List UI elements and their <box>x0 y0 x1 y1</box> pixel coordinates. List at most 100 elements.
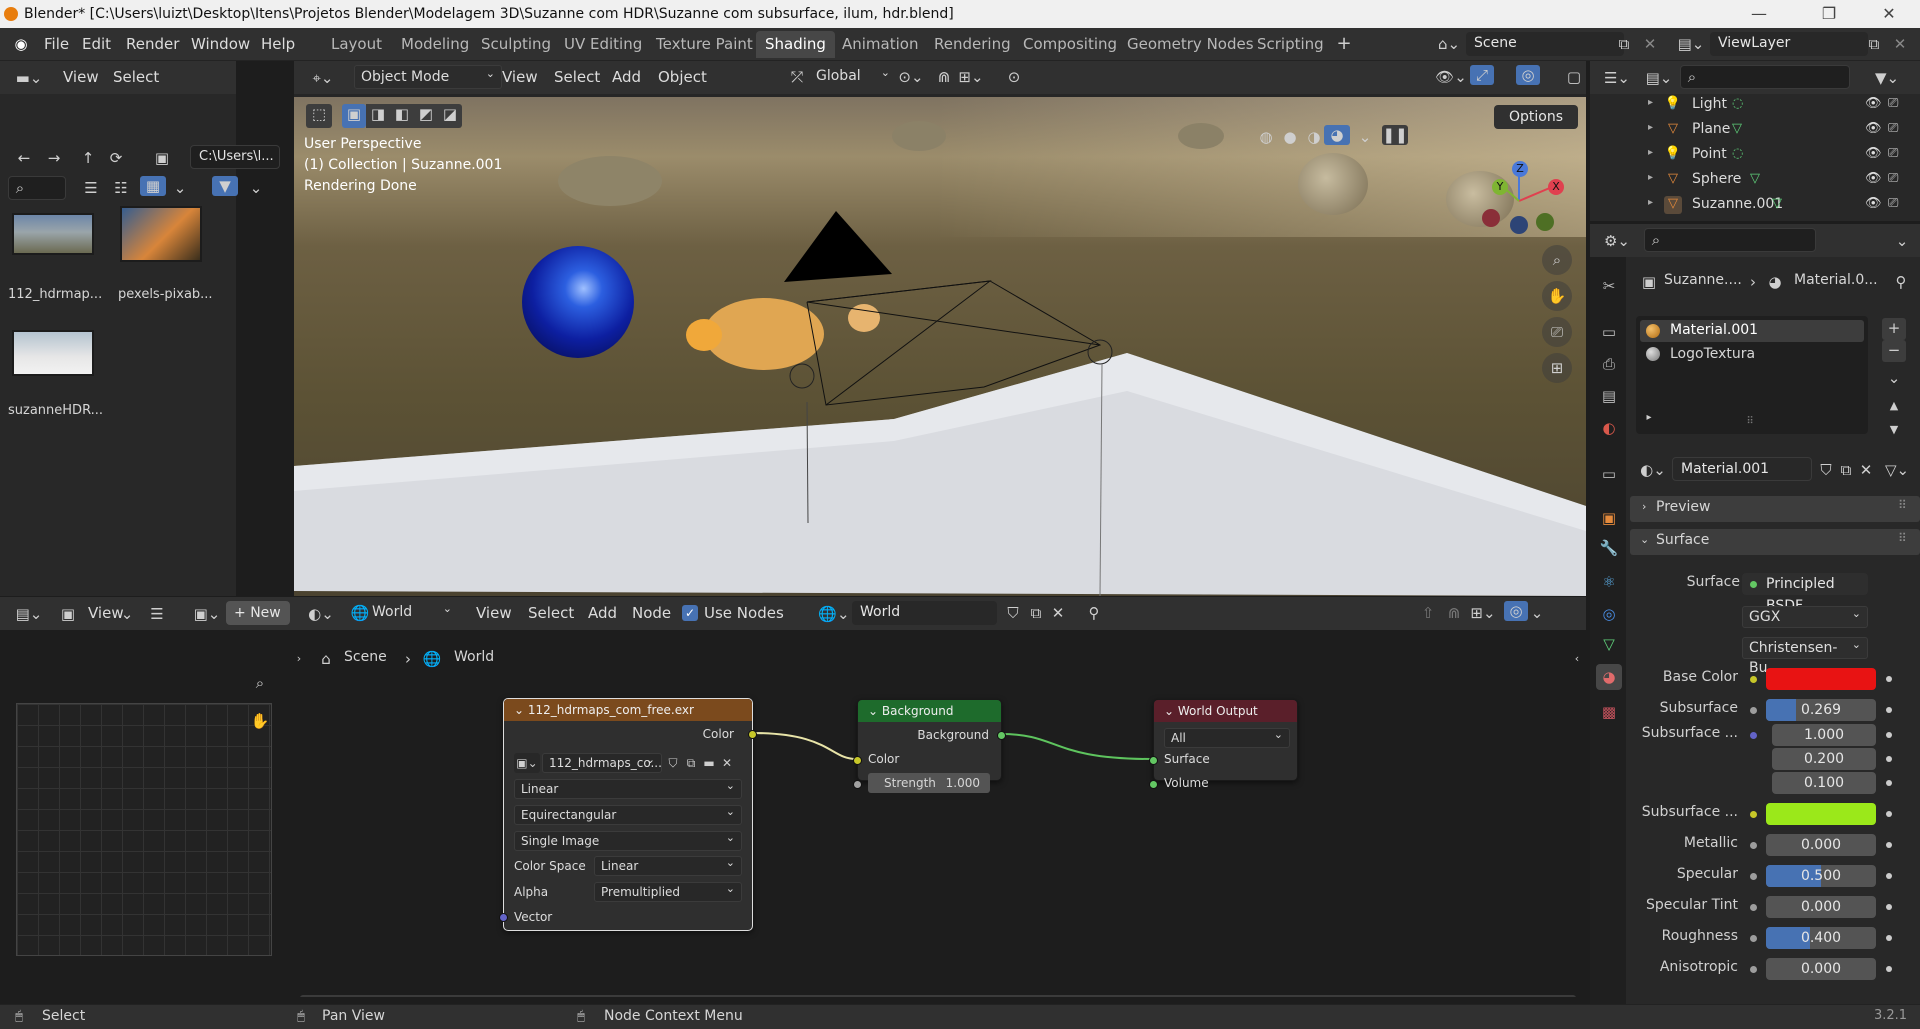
editor-type-icon[interactable]: ▬⌄ <box>12 68 46 88</box>
thumbnails-icon[interactable]: ▦ <box>140 176 166 196</box>
keyframe-dot-icon[interactable] <box>1886 732 1892 738</box>
visibility-eye-icon[interactable]: 👁 <box>1865 171 1882 186</box>
menu-help[interactable]: Help <box>261 35 295 53</box>
new-image-icon[interactable]: ⧉ <box>682 753 700 773</box>
expand-arrow-icon[interactable]: ▸ <box>1648 122 1653 133</box>
tab-scripting[interactable]: Scripting <box>1248 31 1333 58</box>
pan-hand-icon[interactable]: ✋ <box>248 711 272 731</box>
select-tool-icon[interactable]: ⬚ <box>306 104 332 128</box>
path-field[interactable]: C:\Users\l... <box>190 145 280 169</box>
outliner-item-name[interactable]: Plane <box>1692 121 1730 137</box>
render-camera-icon[interactable]: ⎚ <box>1888 196 1898 211</box>
horizontal-list-icon[interactable]: ☷ <box>110 178 132 198</box>
keyframe-dot-icon[interactable] <box>1886 756 1892 762</box>
delete-viewlayer-icon[interactable]: ✕ <box>1890 34 1910 54</box>
drag-handle-icon[interactable]: ⠿ <box>1898 498 1907 512</box>
value-slider[interactable]: 0.500 <box>1766 865 1876 887</box>
tab-shading[interactable]: Shading <box>756 31 835 58</box>
gizmo-toggle-icon[interactable]: ⤢ <box>1470 65 1494 85</box>
strength-field[interactable]: Strength 1.000 <box>868 773 990 793</box>
display-mode-icon[interactable]: ▤⌄ <box>1642 68 1676 88</box>
outliner-item-name[interactable]: Point <box>1692 146 1727 162</box>
projection-selector[interactable]: Equirectangular <box>514 803 742 825</box>
physics-tab-icon[interactable]: ◎ <box>1598 604 1620 624</box>
distribution-selector[interactable]: GGX <box>1742 604 1868 628</box>
material-tab-icon[interactable]: ◕ <box>1596 664 1622 690</box>
object-tab-icon[interactable]: ▣ <box>1598 508 1620 528</box>
pan-hand-icon[interactable]: ✋ <box>1542 281 1572 311</box>
keyframe-dot-icon[interactable] <box>1886 811 1892 817</box>
background-output-socket[interactable] <box>997 731 1006 740</box>
dropdown-icon[interactable]: ⌄ <box>120 604 134 624</box>
surface-input-socket[interactable] <box>1149 756 1158 765</box>
expand-arrow-icon[interactable]: ▸ <box>1648 197 1653 208</box>
environment-texture-node[interactable]: ⌄ 112_hdrmaps_com_free.exr Color ▣⌄ 112_… <box>499 698 757 931</box>
restore-icon[interactable]: ❐ <box>1806 0 1852 28</box>
view-layer-tab-icon[interactable]: ▤ <box>1598 386 1620 406</box>
new-image-button[interactable]: + New <box>226 601 290 625</box>
outliner-item-name[interactable]: Light <box>1692 96 1727 112</box>
world-output-node[interactable]: ⌄ World Output All Surface Volume <box>1149 699 1298 790</box>
node-collapse-icon[interactable]: ⌄ <box>1164 704 1178 718</box>
zoom-icon[interactable]: ⌕ <box>248 673 272 693</box>
delete-scene-icon[interactable]: ✕ <box>1640 34 1660 54</box>
visibility-icon[interactable]: 👁⌄ <box>1434 67 1468 87</box>
material-slot-name[interactable]: Material.001 <box>1670 322 1758 338</box>
image-name-field[interactable]: 112_hdrmaps_co... <box>542 751 662 773</box>
object-data-icon[interactable]: ◌ <box>1732 146 1743 161</box>
file-name[interactable]: suzanneHDR... <box>8 403 103 418</box>
file-menu-select[interactable]: Select <box>113 68 159 86</box>
value-slider[interactable]: 1.000 <box>1772 724 1876 746</box>
thumbnail-hdr-map[interactable] <box>12 213 94 255</box>
unlink-material-icon[interactable]: ✕ <box>1856 460 1876 480</box>
volume-input-socket[interactable] <box>1149 780 1158 789</box>
view-mode-icon[interactable]: ▣ <box>58 604 78 624</box>
pivot-point-icon[interactable]: ⊙⌄ <box>894 67 928 87</box>
add-workspace-icon[interactable]: + <box>1334 34 1354 54</box>
new-material-icon[interactable]: ⧉ <box>1836 460 1856 480</box>
unlink-image-icon[interactable]: ✕ <box>718 753 736 773</box>
material-shading-icon[interactable]: ◑ <box>1302 127 1326 147</box>
shader-selector[interactable]: Principled BSDF <box>1742 573 1868 614</box>
new-viewlayer-icon[interactable]: ⧉ <box>1864 34 1884 54</box>
value-slider[interactable]: 0.000 <box>1766 958 1876 980</box>
material-slot-name[interactable]: LogoTextura <box>1670 346 1755 362</box>
snap-target-icon[interactable]: ⊞⌄ <box>956 67 986 87</box>
material-browse-icon[interactable]: ◐⌄ <box>1636 460 1670 480</box>
editor-type-icon[interactable]: ▤⌄ <box>12 604 46 624</box>
open-image-icon[interactable]: ▬ <box>700 753 718 773</box>
interpolation-selector[interactable]: Linear <box>514 777 742 799</box>
options-button[interactable]: Options <box>1494 105 1578 129</box>
expand-arrow-icon[interactable]: ▸ <box>1648 97 1653 108</box>
alpha-selector[interactable]: Premultiplied <box>594 880 742 902</box>
slot-specials-icon[interactable]: ⌄ <box>1882 368 1906 390</box>
image-browse-icon[interactable]: ▣⌄ <box>190 604 224 624</box>
select-new-icon[interactable]: ▣ <box>342 104 366 128</box>
outliner-item[interactable]: ▸ ▽ Plane ▽ 👁 ⎚ <box>1640 119 1920 144</box>
viewport-menu-select[interactable]: Select <box>554 68 600 86</box>
forward-icon[interactable]: → <box>42 148 66 168</box>
camera-view-icon[interactable]: ⎚ <box>1542 317 1572 347</box>
object-data-icon[interactable]: ◌ <box>1732 96 1743 111</box>
strength-input-socket[interactable] <box>853 780 862 789</box>
subsurface-method-selector[interactable]: Christensen-Bu... <box>1742 635 1868 676</box>
select-extend-icon[interactable]: ◨ <box>366 104 390 128</box>
modifier-tab-icon[interactable]: 🔧 <box>1598 538 1620 558</box>
tab-modeling[interactable]: Modeling <box>392 31 478 58</box>
outliner-item[interactable]: ▸ ▽ Suzanne.001 ▽ 👁 ⎚ <box>1640 194 1920 219</box>
object-data-icon[interactable]: ▽ <box>1750 171 1760 186</box>
node-editor[interactable]: ◐⌄ World 🌐 View Select Add Node ✓ Use No… <box>290 597 1586 997</box>
render-camera-icon[interactable]: ⎚ <box>1888 121 1898 136</box>
value-slider[interactable]: 0.200 <box>1772 748 1876 770</box>
outliner-item[interactable]: ▸ ▽ Sphere ▽ 👁 ⎚ <box>1640 169 1920 194</box>
mode-selector[interactable]: Object Mode <box>354 63 502 89</box>
tab-layout[interactable]: Layout <box>322 31 391 58</box>
background-node[interactable]: ⌄ Background Background Color Strength 1… <box>853 699 1006 793</box>
viewport-menu-view[interactable]: View <box>502 68 538 86</box>
visibility-eye-icon[interactable]: 👁 <box>1865 96 1882 111</box>
visibility-eye-icon[interactable]: 👁 <box>1865 196 1882 211</box>
ortho-grid-icon[interactable]: ⊞ <box>1542 353 1572 383</box>
object-data-icon[interactable]: ▽ <box>1732 121 1742 136</box>
expand-arrow-icon[interactable]: ▸ <box>1648 172 1653 183</box>
color-field[interactable] <box>1766 668 1876 690</box>
